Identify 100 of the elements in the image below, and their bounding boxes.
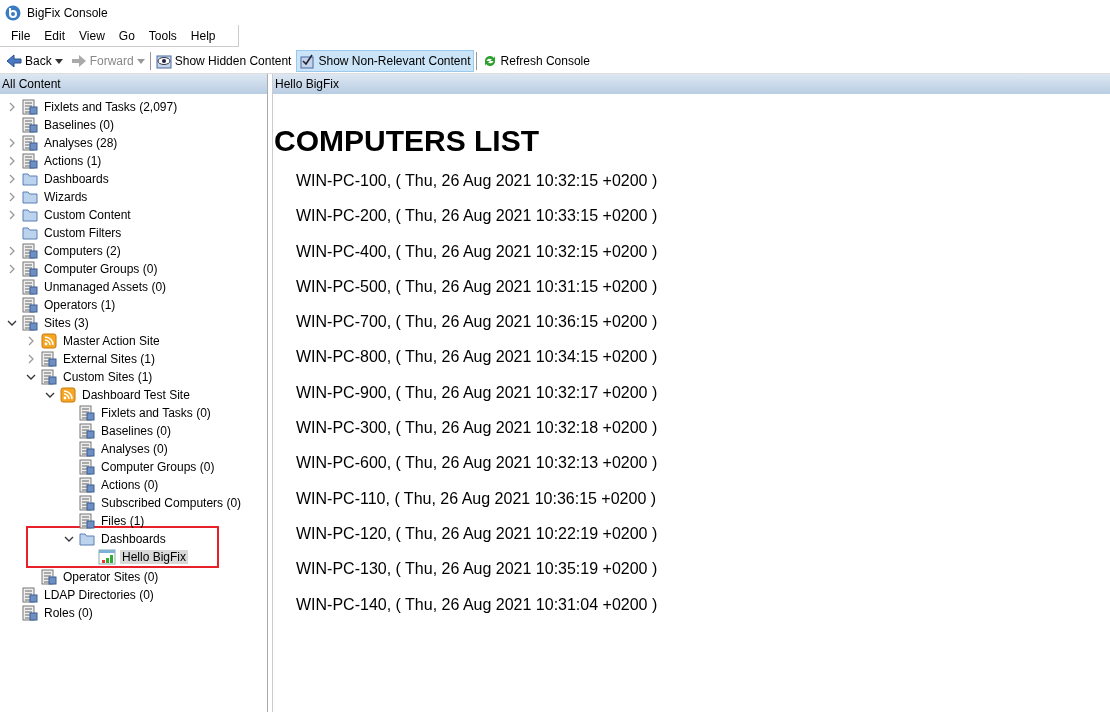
check-document-icon [299,53,316,69]
menu-item[interactable]: Tools [141,28,184,43]
list-document-icon [79,405,95,421]
computer-entry: WIN-PC-200, ( Thu, 26 Aug 2021 10:33:15 +0200 ) [295,207,659,227]
tree-item[interactable]: LDAP Directories (0) [42,588,156,602]
tree-item[interactable]: Operators (1) [42,298,118,312]
computer-entry: WIN-PC-300, ( Thu, 26 Aug 2021 10:32:18 +0200 ) [295,419,659,439]
computer-entry: WIN-PC-120, ( Thu, 26 Aug 2021 10:22:19 +0200 ) [295,524,659,544]
chevron-right-icon[interactable] [7,138,17,148]
tree-item[interactable]: Computers (2) [42,244,123,258]
tree-item[interactable]: Fixlets and Tasks (2,097) [42,100,180,114]
tree-item[interactable]: Sites (3) [42,316,91,330]
menu-item[interactable]: View [72,28,112,43]
chevron-right-icon[interactable] [7,174,17,184]
chevron-down-icon[interactable] [26,372,36,382]
eye-icon [155,53,172,69]
tree-item[interactable]: Dashboards [42,172,111,186]
list-document-icon [41,369,57,385]
folder-icon [22,172,38,186]
pane-header: All Content [0,74,267,94]
chevron-right-icon[interactable] [7,192,17,202]
arrow-right-icon [70,54,87,68]
tree-item[interactable]: Fixlets and Tasks (0) [99,406,213,420]
toolbar-button[interactable]: Back [3,50,66,72]
folder-icon [22,190,38,204]
list-document-icon [79,441,95,457]
toolbar-button[interactable]: Refresh Console [478,50,593,72]
tree-item[interactable]: Custom Sites (1) [61,370,155,384]
list-document-icon [79,423,95,439]
tree-item[interactable]: Operator Sites (0) [61,570,161,584]
list-document-icon [22,605,38,621]
list-document-icon [41,569,57,585]
chevron-right-icon[interactable] [7,246,17,256]
menu-item[interactable]: File [4,28,38,43]
tree-item[interactable]: Actions (0) [99,478,161,492]
chevron-right-icon[interactable] [26,336,36,346]
tree-item[interactable]: External Sites (1) [61,352,158,366]
tree-item[interactable]: Custom Filters [42,226,124,240]
tree-item[interactable]: Hello BigFix [120,550,189,564]
tree-item[interactable]: Dashboards [99,532,168,546]
tree-item[interactable]: Computer Groups (0) [99,460,217,474]
tree-item[interactable]: Dashboard Test Site [80,388,192,402]
computer-entry: WIN-PC-130, ( Thu, 26 Aug 2021 10:35:19 +0200 ) [295,560,659,580]
page-heading: COMPUTERS LIST [274,124,540,158]
tree-item[interactable]: Custom Content [42,208,133,222]
toolbar-button[interactable]: Show Hidden Content [152,50,295,72]
chevron-down-icon[interactable] [64,534,74,544]
tree-item[interactable]: Analyses (28) [42,136,120,150]
pane-header: Hello BigFix [273,74,1110,94]
list-document-icon [22,153,38,169]
list-document-icon [79,495,95,511]
list-document-icon [79,459,95,475]
computer-entry: WIN-PC-110, ( Thu, 26 Aug 2021 10:36:15 +0200 ) [295,489,658,509]
tree-item[interactable]: Baselines (0) [42,118,117,132]
window-title: BigFix Console [27,5,108,20]
tree-item[interactable]: Analyses (0) [99,442,170,456]
menu-item[interactable]: Help [183,28,223,43]
computer-entry: WIN-PC-600, ( Thu, 26 Aug 2021 10:32:13 +0200 ) [295,454,659,474]
folder-icon [79,532,95,546]
list-document-icon [22,297,38,313]
list-document-icon [22,279,38,295]
chevron-down-icon[interactable] [45,390,55,400]
tree-item[interactable]: Files (1) [99,514,147,528]
feed-icon [41,333,57,349]
list-document-icon [22,315,38,331]
tree-item[interactable]: Actions (1) [42,154,104,168]
folder-icon [22,208,38,222]
list-document-icon [79,513,95,529]
computer-entry: WIN-PC-800, ( Thu, 26 Aug 2021 10:34:15 +0200 ) [295,348,659,368]
list-document-icon [22,135,38,151]
computer-entry: WIN-PC-500, ( Thu, 26 Aug 2021 10:31:15 +0200 ) [295,277,659,297]
arrow-left-icon [6,54,22,68]
list-document-icon [22,243,38,259]
tree-item[interactable]: Subscribed Computers (0) [99,496,244,510]
list-document-icon [22,261,38,277]
tree-item[interactable]: Master Action Site [61,334,162,348]
tree-item[interactable]: Baselines (0) [99,424,174,438]
chart-window-icon [98,549,116,565]
list-document-icon [22,117,38,133]
chevron-right-icon[interactable] [26,354,36,364]
computer-entry: WIN-PC-400, ( Thu, 26 Aug 2021 10:32:15 +0200 ) [295,242,659,262]
computer-entry: WIN-PC-700, ( Thu, 26 Aug 2021 10:36:15 +0200 ) [295,313,659,333]
chevron-right-icon[interactable] [7,210,17,220]
list-document-icon [41,351,57,367]
menu-item[interactable]: Go [111,28,142,43]
computer-entry: WIN-PC-100, ( Thu, 26 Aug 2021 10:32:15 +0200 ) [295,172,659,191]
tree-item[interactable]: Wizards [42,190,90,204]
chevron-right-icon[interactable] [7,102,17,112]
toolbar-button[interactable]: Show Non-Relevant Content [296,50,474,72]
tree-item[interactable]: Unmanaged Assets (0) [42,280,169,294]
computer-entry: WIN-PC-900, ( Thu, 26 Aug 2021 10:32:17 +0200 ) [295,383,659,403]
menu-item[interactable]: Edit [37,28,73,43]
chevron-down-icon[interactable] [7,318,17,328]
chevron-right-icon[interactable] [7,156,17,166]
tree-item[interactable]: Roles (0) [42,606,95,620]
tree-item[interactable]: Computer Groups (0) [42,262,160,276]
list-document-icon [22,587,38,603]
list-document-icon [22,99,38,115]
chevron-right-icon[interactable] [7,264,17,274]
app-logo-icon [5,4,21,21]
